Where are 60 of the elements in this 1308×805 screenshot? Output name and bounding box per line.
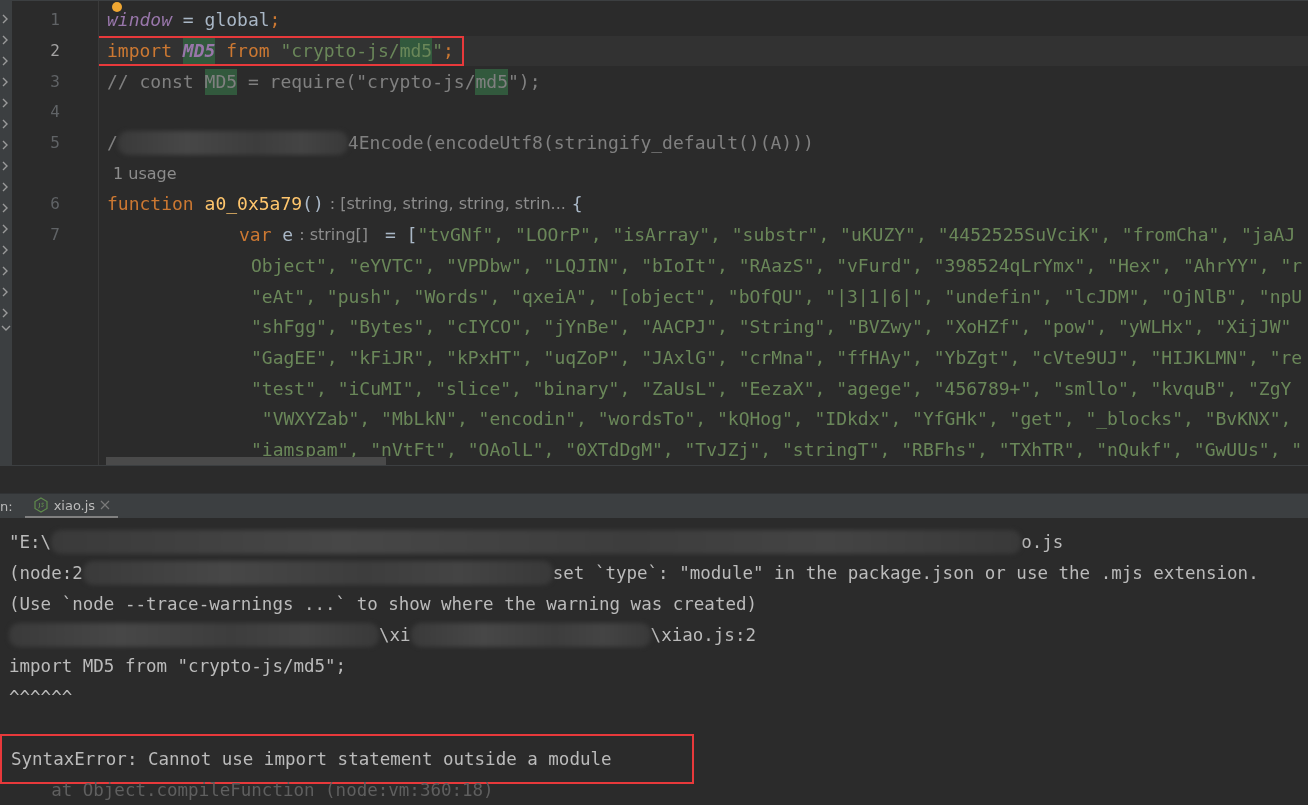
console-text: set `type`: "module" in the package.json or use the .mjs extension. [552,562,1259,583]
code-token: = global [181,8,270,33]
console-text: ^^^^^^ [9,686,73,707]
code-token: "crypto-js/ [280,39,400,64]
code-token: ; [269,8,281,33]
close-icon[interactable] [100,500,111,510]
panel-label: n: [0,498,13,514]
horizontal-scrollbar[interactable] [106,457,386,466]
code-token: import [107,39,174,64]
highlighted-code: md5 [475,68,508,95]
code-token: = require("crypto-js/ [246,69,476,94]
inlay-hint: : [string, string, string, strin... [328,193,567,216]
inlay-hint: : string[] [298,224,370,247]
code-token: from [225,39,271,64]
line-number: 3 [50,71,60,92]
bulb-icon[interactable] [112,2,122,12]
console-text: \xi [379,624,411,645]
code-token: var [239,223,272,248]
code-token: { [571,192,583,217]
line-number: 2 [50,41,60,62]
highlighted-code: MD5 [182,38,216,65]
line-number: 4 [50,102,60,123]
code-token: Object", "eYVTC", "VPDbw", "LQJIN", "bIoIt", "RAazS", "vFurd", "398524qLrYmx", "Hex", "AhrYY", "r [251,253,1303,278]
code-token: function [107,192,195,217]
console-text: (node:2 [9,562,83,583]
console-text: SyntaxError: Cannot use import statement outside a module [11,748,612,769]
code-token: " [432,39,443,64]
code-token: / [107,131,118,156]
stack-trace-line: at Object.compileFunction (node:vm:360:18) [50,779,494,800]
code-token: "VWXYZab", "MbLkN", "encodin", "wordsTo", "kQHog", "IDkdx", "YfGHk", "get", "_blocks", "BvKNX", [260,407,1292,432]
code-token: = [ [383,223,418,248]
code-token: "test", "iCuMI", "slice", "binary", "ZaUsL", "EezaX", "agege", "456789+", "smllo", "kvquB", "ZgY [251,376,1292,401]
code-token: e [281,223,294,248]
line-number: 1 [50,10,60,31]
line-number: 6 [50,194,60,215]
code-token: // const [107,69,195,94]
code-token: "eAt", "push", "Words", "qxeiA", "[object", "bOfQU", "|3|1|6|", "undefin", "lcJDM", "OjNlB", "npU [251,284,1303,309]
inlay-hint: 1 usage [112,162,178,185]
console-text: "E:\ [9,531,52,552]
code-token: "iamspam", "nVtFt", "OAolL", "0XTdDgM", "TvJZj", "stringT", "RBFhs", "TXhTR", "nQukf", "GwUUs", " [251,437,1303,462]
code-token: "tvGNf", "LOOrP", "isArray", "substr", "uKUZY", "4452525SuVciK", "fromCha", "jaAJ [417,223,1296,248]
code-token: a0_0x5a79 [204,192,303,217]
code-token: "shFgg", "Bytes", "cIYCO", "jYnBe", "AACPJ", "String", "BVZwy", "XoHZf", "pow", "yWLHx", "XijJW" [251,315,1292,340]
console-text: \xiao.js:2 [650,624,756,645]
code-token: () [302,192,324,217]
console-text: o.js [1021,531,1064,552]
run-tab[interactable]: xiao.js [24,494,119,518]
line-number: 5 [50,133,60,154]
code-token: ; [443,39,454,64]
code-token: "GagEE", "kFiJR", "kPxHT", "uqZoP", "JAxlG", "crMna", "ffHAy", "YbZgt", "cVte9UJ", "HIJKLMN", "re [251,345,1303,370]
highlighted-code: md5 [399,38,433,65]
console-text: (Use `node --trace-warnings ...` to show where the warning was created) [9,593,758,614]
console-text: import MD5 from "crypto-js/md5"; [9,655,347,676]
splitter-bar[interactable] [0,465,1308,494]
code-token: 4Encode(encodeUtf8(stringify_default()(A))) [347,131,814,156]
line-number: 7 [50,225,60,246]
code-token: window [107,8,173,33]
highlighted-code: MD5 [204,68,238,95]
js-file-icon [32,497,49,513]
code-token: "); [508,69,541,94]
